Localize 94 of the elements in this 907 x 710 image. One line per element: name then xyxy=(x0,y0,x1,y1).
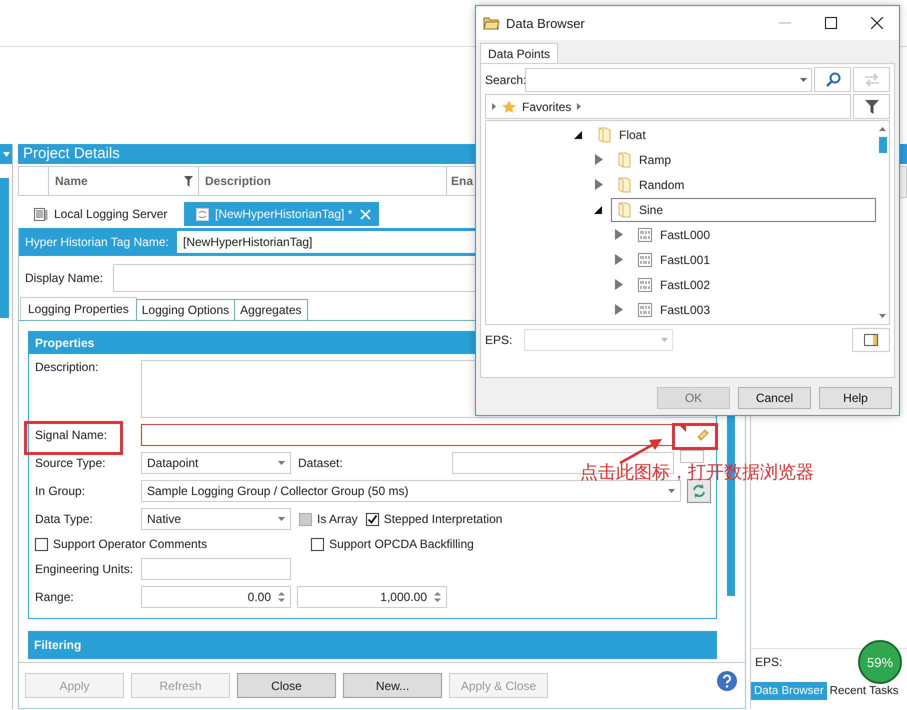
checkbox[interactable] xyxy=(366,512,379,526)
expander-icon[interactable] xyxy=(574,129,583,140)
field-label: Hyper Historian Tag Name: xyxy=(24,235,170,249)
close-icon[interactable] xyxy=(871,17,883,29)
caret-icon xyxy=(278,461,285,465)
caret-icon xyxy=(278,517,285,521)
caret-icon xyxy=(661,338,668,342)
refresh-icon xyxy=(691,483,707,499)
folder-icon xyxy=(618,152,631,168)
panel-toggle-button[interactable] xyxy=(852,328,890,352)
folder-icon xyxy=(483,16,500,30)
spinner-icon[interactable] xyxy=(434,591,441,603)
field-label: EPS: xyxy=(485,333,514,347)
cycle-icon xyxy=(196,208,209,220)
refresh-button[interactable] xyxy=(687,479,711,503)
caret-icon[interactable] xyxy=(492,103,496,110)
checkbox[interactable] xyxy=(35,538,48,550)
document-icon xyxy=(34,208,48,220)
caret-icon[interactable] xyxy=(577,103,582,110)
field-label: In Group: xyxy=(35,484,86,498)
tree-item[interactable]: FastL003 xyxy=(631,298,718,322)
binary-icon xyxy=(638,252,652,266)
action-button[interactable]: New... xyxy=(343,673,442,698)
tree-item[interactable]: Sine xyxy=(611,198,876,222)
checkbox-label: Stepped Interpretation xyxy=(384,512,502,526)
tree-item[interactable]: FastL002 xyxy=(631,272,718,296)
breadcrumb-item[interactable]: Favorites xyxy=(522,100,572,114)
section-header: Filtering xyxy=(28,631,717,659)
binary-icon xyxy=(638,228,652,242)
binary-icon xyxy=(638,302,652,316)
field-label: EPS: xyxy=(754,654,782,669)
column-header[interactable]: Description xyxy=(205,174,272,188)
field-label: Dataset: xyxy=(298,456,344,470)
checkbox[interactable] xyxy=(311,538,324,550)
scrollbar-thumb[interactable] xyxy=(0,178,9,318)
group-dropdown[interactable]: Sample Logging Group / Collector Group (50 ms) xyxy=(141,480,681,502)
error-marker-icon xyxy=(680,426,686,432)
field-label: Source Type: xyxy=(35,456,106,470)
scroll-up-icon[interactable] xyxy=(879,127,886,131)
property-tab[interactable]: Logging Properties xyxy=(20,297,137,320)
checkbox-label: Support OPCDA Backfilling xyxy=(329,537,474,551)
engineering-units-field[interactable] xyxy=(141,558,291,580)
property-tab[interactable]: Aggregates xyxy=(234,299,308,320)
data-type-dropdown[interactable]: Native xyxy=(141,508,291,530)
field-label: Display Name: xyxy=(24,270,104,284)
scroll-down-icon[interactable] xyxy=(879,314,886,318)
property-tab[interactable]: Logging Options xyxy=(136,299,236,320)
column-header[interactable]: Name xyxy=(55,174,88,188)
maximize-icon[interactable] xyxy=(825,17,837,29)
tree-item[interactable]: Float xyxy=(591,122,653,146)
source-type-dropdown[interactable]: Datapoint xyxy=(141,452,291,474)
dialog-button[interactable]: Cancel xyxy=(738,387,811,409)
star-icon xyxy=(502,100,516,114)
window-title: Data Browser xyxy=(506,16,585,30)
tree-item[interactable]: Random xyxy=(611,172,692,196)
help-icon[interactable] xyxy=(716,670,738,692)
filter-button[interactable] xyxy=(853,94,890,119)
scrollbar-thumb[interactable] xyxy=(878,137,886,153)
field-label: Signal Name: xyxy=(35,428,108,442)
folder-icon xyxy=(618,176,631,192)
field-label: Range: xyxy=(35,590,75,604)
caret-icon xyxy=(668,489,675,493)
progress-badge: 59% xyxy=(858,640,902,684)
spinner-icon[interactable] xyxy=(278,591,285,603)
caret-icon[interactable] xyxy=(800,78,808,82)
document-tab[interactable]: Local Logging Server xyxy=(24,202,184,226)
folder-icon xyxy=(598,126,611,142)
annotation-arrow xyxy=(618,437,664,465)
range-high-field[interactable]: 1,000.00 xyxy=(297,586,447,608)
expander-icon[interactable] xyxy=(594,204,603,215)
search-button[interactable] xyxy=(814,67,852,92)
search-field[interactable] xyxy=(525,68,812,92)
caret-icon[interactable] xyxy=(2,152,10,156)
panel-tab[interactable]: Recent Tasks xyxy=(826,682,902,700)
checkbox-label: Support Operator Comments xyxy=(53,537,208,551)
dialog-tab[interactable]: Data Points xyxy=(480,43,558,63)
field-label: Description: xyxy=(35,360,100,374)
field-label: Search: xyxy=(485,72,523,86)
checkbox-label: Is Array xyxy=(317,512,358,526)
search-icon xyxy=(824,72,841,88)
range-low-field[interactable]: 0.00 xyxy=(141,586,291,608)
binary-icon xyxy=(638,278,652,292)
folder-icon xyxy=(618,202,631,218)
field-label: Data Type: xyxy=(35,512,94,526)
highlight-frame xyxy=(672,423,718,450)
dialog-button[interactable]: Help xyxy=(819,387,892,409)
field-label: Engineering Units: xyxy=(35,562,134,576)
filter-icon xyxy=(864,100,878,114)
tag-icon xyxy=(695,427,711,443)
action-button[interactable]: Close xyxy=(237,673,336,698)
panel-icon xyxy=(864,334,878,346)
filter-icon[interactable] xyxy=(184,176,193,186)
column-header[interactable]: Ena xyxy=(451,174,474,188)
arrows-icon xyxy=(864,72,880,86)
